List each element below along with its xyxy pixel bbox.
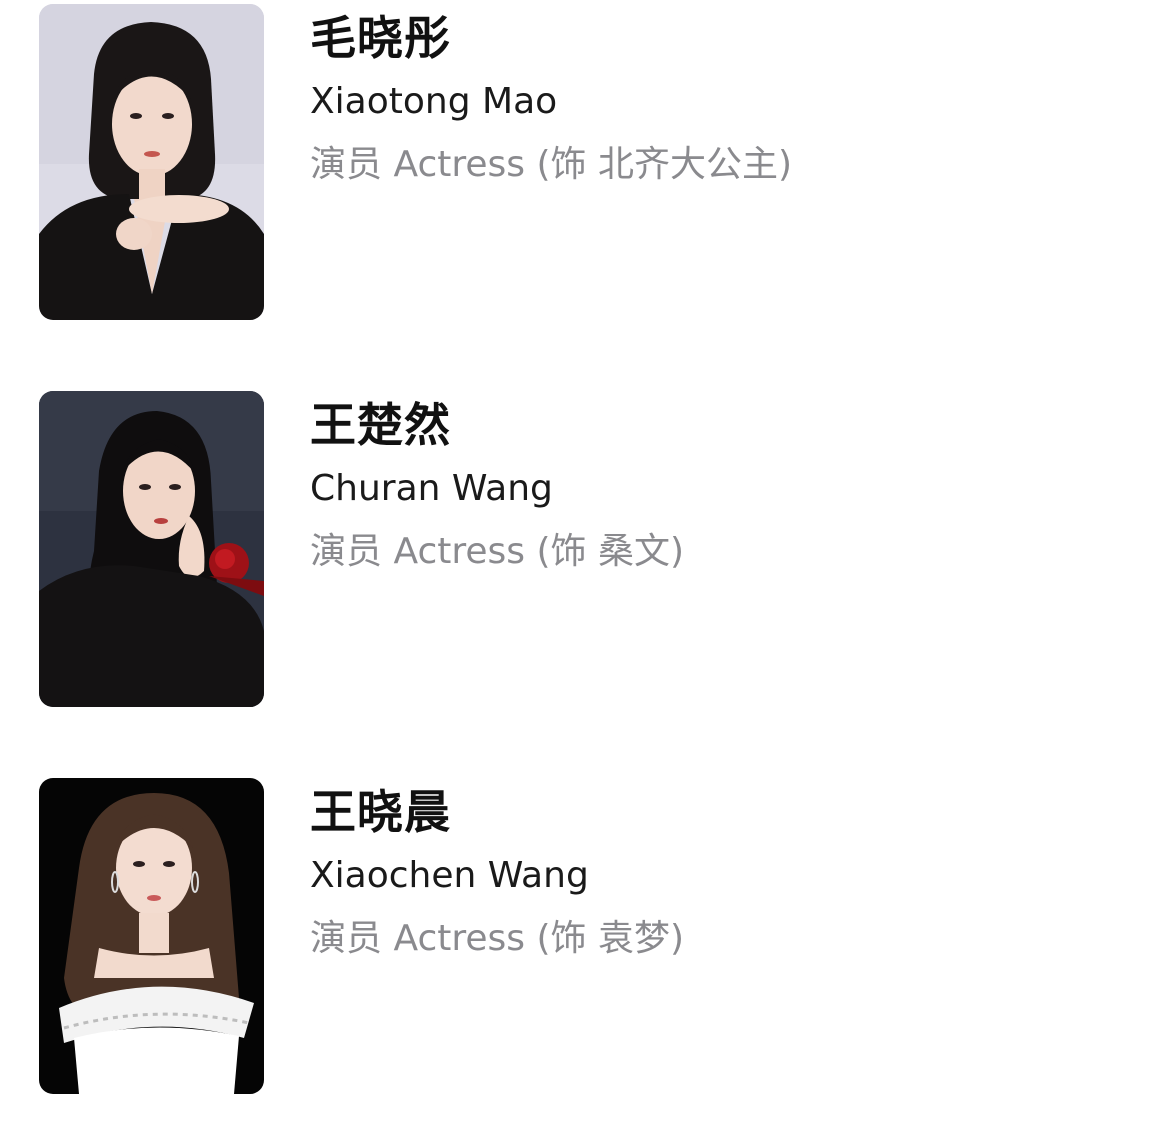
cast-role: 演员 Actress (饰 北齐大公主) (310, 144, 792, 185)
cast-role: 演员 Actress (饰 桑文) (310, 531, 684, 572)
cast-photo[interactable] (39, 778, 264, 1094)
portrait-photo-icon (39, 391, 264, 707)
cast-name-english: Xiaotong Mao (310, 81, 558, 122)
cast-name-chinese: 王楚然 (310, 398, 451, 452)
cast-name-chinese: 王晓晨 (310, 785, 451, 839)
portrait-photo-icon (39, 4, 264, 320)
cast-name-english: Xiaochen Wang (310, 855, 589, 896)
cast-photo[interactable] (39, 391, 264, 707)
cast-name-english: Churan Wang (310, 468, 553, 509)
cast-name-chinese: 毛晓彤 (310, 11, 451, 65)
cast-item[interactable]: 王晓晨 Xiaochen Wang 演员 Actress (饰 袁梦) (0, 778, 1170, 1094)
cast-list: 毛晓彤 Xiaotong Mao 演员 Actress (饰 北齐大公主) 王楚… (0, 0, 1170, 1126)
cast-photo[interactable] (39, 4, 264, 320)
cast-role: 演员 Actress (饰 袁梦) (310, 918, 684, 959)
cast-item[interactable]: 王楚然 Churan Wang 演员 Actress (饰 桑文) (0, 391, 1170, 707)
cast-item[interactable]: 毛晓彤 Xiaotong Mao 演员 Actress (饰 北齐大公主) (0, 4, 1170, 320)
portrait-photo-icon (39, 778, 264, 1094)
